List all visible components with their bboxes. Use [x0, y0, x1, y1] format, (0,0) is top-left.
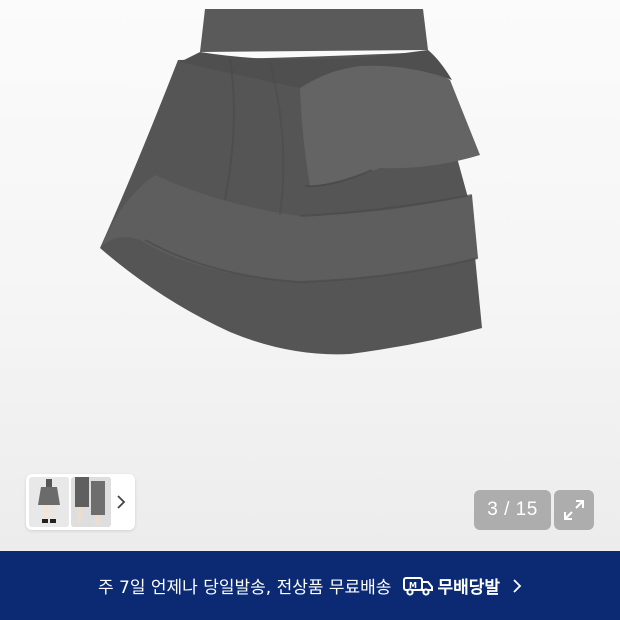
- image-counter: 3 / 15: [474, 490, 551, 530]
- delivery-truck-icon: M: [403, 575, 434, 597]
- expand-arrows-icon: [564, 500, 584, 520]
- chevron-right-icon: [117, 495, 126, 509]
- product-image-gallery[interactable]: 3 / 15: [0, 0, 620, 551]
- thumbnail-strip[interactable]: [26, 474, 135, 530]
- thumbnail-1[interactable]: [29, 477, 69, 527]
- thumbnail-next-button[interactable]: [113, 474, 129, 530]
- badge-label: 무배당발: [437, 578, 501, 598]
- skirt-waistband: [200, 9, 428, 52]
- svg-text:M: M: [409, 581, 417, 590]
- shipping-badge: M 무배당발: [403, 573, 500, 598]
- thumbnail-2[interactable]: [71, 477, 111, 527]
- free-shipping-banner[interactable]: 주 7일 언제나 당일발송, 전상품 무료배송 M 무배당발: [0, 551, 620, 620]
- chevron-right-icon: [512, 578, 522, 594]
- banner-text: 주 7일 언제나 당일발송, 전상품 무료배송: [97, 578, 392, 598]
- product-image: [100, 9, 482, 355]
- expand-image-button[interactable]: [554, 490, 594, 530]
